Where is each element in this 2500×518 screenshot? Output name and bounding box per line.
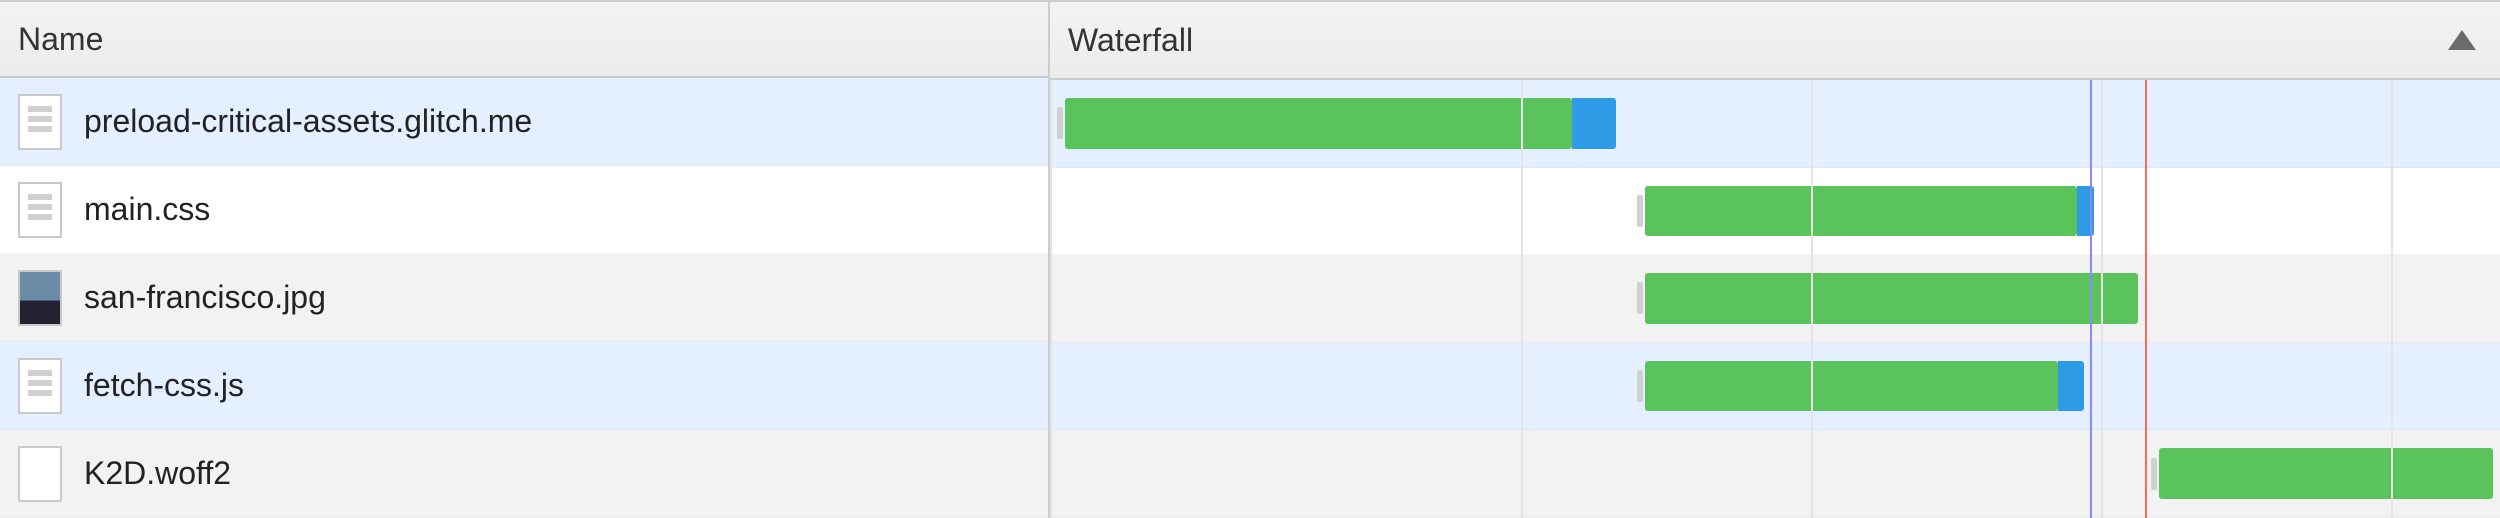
timing-bar[interactable] <box>1065 98 1616 149</box>
request-row[interactable]: main.css <box>0 166 1048 254</box>
request-name: fetch-css.js <box>84 367 244 404</box>
waiting-segment <box>1645 273 2138 324</box>
timing-bar[interactable] <box>2159 448 2493 499</box>
waiting-segment <box>1065 98 1573 149</box>
load-marker <box>2145 80 2147 518</box>
download-segment <box>2058 361 2084 412</box>
document-file-icon <box>18 182 62 238</box>
request-name: san-francisco.jpg <box>84 279 326 316</box>
name-rows: preload-critical-assets.glitch.me main.cs… <box>0 78 1048 518</box>
waterfall-row[interactable] <box>1050 343 2500 431</box>
waiting-segment <box>2159 448 2493 499</box>
waterfall-row[interactable] <box>1050 168 2500 256</box>
timing-bar[interactable] <box>1645 273 2138 324</box>
column-name: Name preload-critical-assets.glitch.me ma… <box>0 2 1050 518</box>
queue-tick <box>1637 195 1643 227</box>
waterfall-gridline <box>2391 80 2393 518</box>
column-header-waterfall[interactable]: Waterfall <box>1050 2 2500 80</box>
network-panel: Name preload-critical-assets.glitch.me ma… <box>0 0 2500 518</box>
font-file-icon <box>18 446 62 502</box>
request-row[interactable]: K2D.woff2 <box>0 430 1048 518</box>
waterfall-row[interactable] <box>1050 430 2500 518</box>
sort-ascending-icon <box>2448 30 2476 50</box>
column-header-waterfall-label: Waterfall <box>1068 22 1193 59</box>
waterfall-gridline <box>1521 80 1523 518</box>
download-segment <box>1572 98 1616 149</box>
waterfall-row[interactable] <box>1050 255 2500 343</box>
waterfall-rows <box>1050 80 2500 518</box>
timing-bar[interactable] <box>1645 361 2084 412</box>
timing-bar[interactable] <box>1645 186 2095 237</box>
request-name: main.css <box>84 191 210 228</box>
waterfall-gridline <box>1811 80 1813 518</box>
waiting-segment <box>1645 186 2077 237</box>
column-header-name-label: Name <box>18 21 103 58</box>
document-file-icon <box>18 94 62 150</box>
waiting-segment <box>1645 361 2058 412</box>
image-file-icon <box>18 270 62 326</box>
waterfall-gridline <box>1050 80 1052 518</box>
queue-tick <box>1637 282 1643 314</box>
request-name: preload-critical-assets.glitch.me <box>84 103 532 140</box>
request-row[interactable]: preload-critical-assets.glitch.me <box>0 78 1048 166</box>
request-row[interactable]: san-francisco.jpg <box>0 254 1048 342</box>
column-waterfall: Waterfall <box>1050 2 2500 518</box>
waterfall-row[interactable] <box>1050 80 2500 168</box>
domcontentloaded-marker <box>2090 80 2092 518</box>
queue-tick <box>1057 107 1063 139</box>
column-header-name[interactable]: Name <box>0 2 1048 78</box>
waterfall-body <box>1050 80 2500 518</box>
document-file-icon <box>18 358 62 414</box>
request-row[interactable]: fetch-css.js <box>0 342 1048 430</box>
queue-tick <box>1637 370 1643 402</box>
request-name: K2D.woff2 <box>84 455 231 492</box>
queue-tick <box>2151 458 2157 490</box>
waterfall-gridline <box>2101 80 2103 518</box>
